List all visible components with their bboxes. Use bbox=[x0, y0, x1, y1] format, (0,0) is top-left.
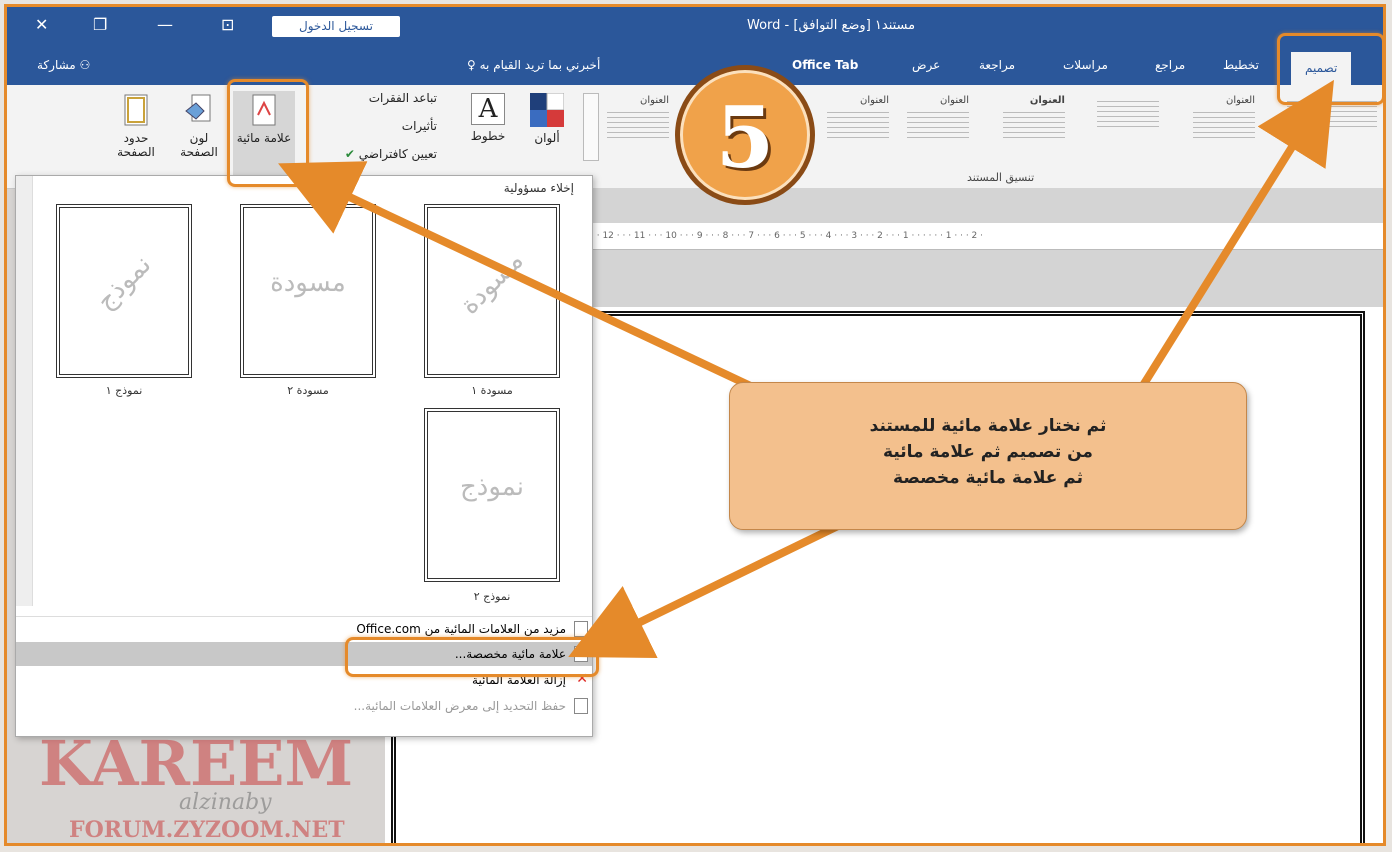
arrow-to-design-tab bbox=[1113, 79, 1334, 430]
callout-line-2: من تصميم ثم علامة مائية bbox=[883, 442, 1093, 462]
instruction-callout: ثم نختار علامة مائية للمستند من تصميم ثم… bbox=[729, 382, 1247, 530]
callout-line-3: ثم علامة مائية مخصصة bbox=[893, 468, 1083, 488]
step-number: 5 bbox=[715, 88, 775, 187]
callout-line-1: ثم نختار علامة مائية للمستند bbox=[869, 416, 1107, 436]
logo-graphic: KAREEM alzinaby FORUM.ZYZOOM.NET bbox=[39, 727, 353, 843]
forum-logo-watermark: KAREEM alzinaby FORUM.ZYZOOM.NET bbox=[29, 725, 429, 843]
callout-text: ثم نختار علامة مائية للمستند من تصميم ثم… bbox=[790, 413, 1186, 491]
logo-text-2: alzinaby bbox=[179, 790, 272, 815]
logo-text-3: FORUM.ZYZOOM.NET bbox=[69, 817, 345, 843]
step-number-badge: 5 bbox=[675, 65, 815, 205]
screenshot-frame: ✕ ❐ — ⊡ تسجيل الدخول مستند١ [وضع التوافق… bbox=[4, 4, 1386, 846]
